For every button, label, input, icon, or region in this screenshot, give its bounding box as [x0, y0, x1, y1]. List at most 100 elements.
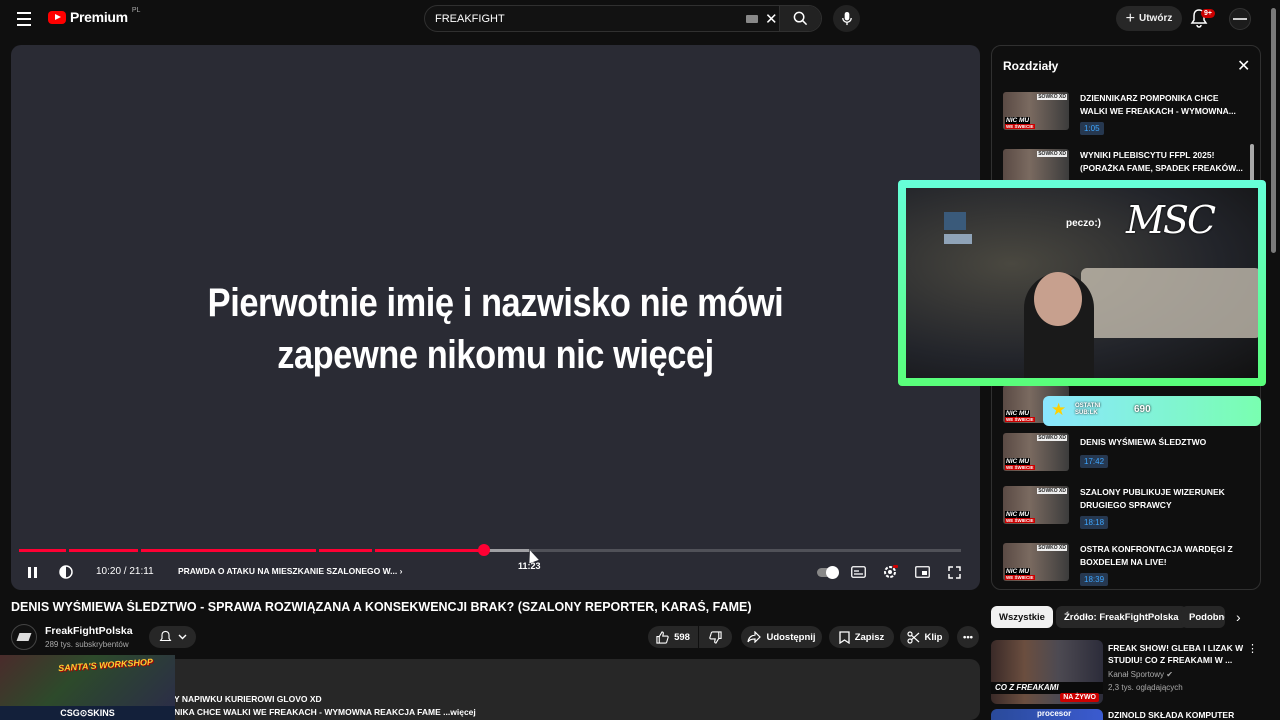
- verified-icon: ✔: [1166, 670, 1173, 679]
- chapter-item[interactable]: SOWKO XD NIC MU WE ŚWIECIE SZALONY PUBLI…: [1003, 486, 1248, 538]
- thumbs-up-icon: [656, 630, 669, 644]
- channel-name[interactable]: FreakFightPolska: [45, 625, 133, 637]
- save-label: Zapisz: [854, 631, 885, 643]
- chapter-item[interactable]: SOWKO XD NIC MU WE ŚWIECIE DZIENNIKARZ P…: [1003, 92, 1248, 144]
- like-button[interactable]: 598: [648, 626, 698, 648]
- thumb-tag: SOWKO XD: [1037, 435, 1067, 441]
- player-controls: 10:20 / 21:11 PRAWDA O ATAKU NA MIESZKAN…: [11, 558, 980, 586]
- channel-name: Kanał Sportowy ✔: [1108, 670, 1173, 679]
- last-sub-widget: ★ OSTATNI SUB:LK 690: [1043, 396, 1261, 426]
- video-title[interactable]: DZINOLD SKŁADA KOMPUTER: [1108, 710, 1234, 720]
- overlay-small-text: peczo:): [1066, 218, 1101, 229]
- notification-badge: 9+: [1201, 9, 1215, 18]
- chapter-segment[interactable]: [375, 549, 485, 552]
- time-display: 10:20 / 21:11: [96, 566, 154, 577]
- bookmark-icon: [839, 630, 850, 644]
- sponsor-ad-banner[interactable]: SANTA'S WORKSHOP CSG⊙SKINS: [0, 655, 175, 720]
- description-line: NIKA CHCE WALKI WE FREAKACH - WYMOWNA RE…: [174, 707, 476, 717]
- filter-chip-source[interactable]: Źródło: FreakFightPolska: [1056, 606, 1187, 628]
- thumb-caption: NIC MU: [1005, 117, 1031, 124]
- filter-chip-all[interactable]: Wszystkie: [991, 606, 1053, 628]
- share-button[interactable]: Udostępnij: [741, 626, 822, 648]
- chapters-title: Rozdziały: [1003, 59, 1059, 73]
- chapter-timestamp[interactable]: 1:05: [1080, 122, 1104, 135]
- page-scrollbar[interactable]: [1271, 8, 1276, 253]
- video-player[interactable]: Pierwotnie imię i nazwisko nie mówi zape…: [11, 45, 980, 590]
- video-title: DENIS WYŚMIEWA ŚLEDZTWO - SPRAWA ROZWIĄZ…: [11, 600, 752, 614]
- chevron-right-icon[interactable]: ›: [1236, 609, 1241, 625]
- ad-title: SANTA'S WORKSHOP: [57, 656, 154, 674]
- youtube-premium-logo[interactable]: Premium PL: [48, 7, 140, 25]
- thumb-tag: SOWKO XD: [1037, 151, 1067, 157]
- chapter-item[interactable]: SOWKO XD NIC MU WE ŚWIECIE OSTRA KONFRON…: [1003, 543, 1248, 589]
- background-shelf: [944, 234, 972, 244]
- thumb-tag: SOWKO XD: [1037, 545, 1067, 551]
- progress-bar[interactable]: [19, 549, 961, 553]
- dislike-button[interactable]: [699, 626, 732, 648]
- clip-button[interactable]: Klip: [900, 626, 949, 648]
- show-more-link[interactable]: ...więcej: [443, 707, 476, 717]
- more-actions-icon[interactable]: •••: [957, 626, 979, 648]
- scrubber-handle[interactable]: [478, 544, 490, 556]
- thumb-caption: NIC MU: [1005, 410, 1031, 417]
- settings-gear-icon[interactable]: [881, 558, 899, 586]
- chapter-title: DENIS WYŚMIEWA ŚLEDZTWO: [1080, 437, 1207, 447]
- chapter-title: OSTRA KONFRONTACJA WARDĘGI Z BOXDELEM NA…: [1080, 544, 1233, 567]
- search-button[interactable]: [779, 6, 821, 31]
- subtitle-line-1: Pierwotnie imię i nazwisko nie mówi: [207, 281, 784, 325]
- webcam-feed: peczo:) MSC: [906, 188, 1258, 378]
- theater-mode-icon[interactable]: [914, 558, 930, 586]
- clear-search-icon[interactable]: ✕: [765, 10, 778, 28]
- keyboard-icon[interactable]: [746, 15, 758, 23]
- top-header: Premium PL ✕ + Utwórz 9+: [0, 0, 1280, 38]
- current-chapter-button[interactable]: PRAWDA O ATAKU NA MIESZKANIE SZALONEGO W…: [178, 566, 402, 576]
- chapter-thumbnail: SOWKO XD NIC MU WE ŚWIECIE: [1003, 433, 1069, 471]
- thumb-caption: WE ŚWIECIE: [1005, 518, 1035, 523]
- star-icon: ★: [1051, 400, 1067, 419]
- chapter-segment[interactable]: [141, 549, 316, 552]
- chapter-segment[interactable]: [19, 549, 66, 552]
- chapter-segment[interactable]: [69, 549, 138, 552]
- share-label: Udostępnij: [766, 631, 816, 643]
- menu-icon[interactable]: [12, 8, 36, 30]
- chapter-timestamp[interactable]: 18:39: [1080, 573, 1109, 586]
- background-sofa: [1081, 268, 1258, 338]
- thumb-tag: SOWKO XD: [1037, 94, 1067, 100]
- video-subtitle: Pierwotnie imię i nazwisko nie mówi zape…: [79, 277, 912, 381]
- fullscreen-icon[interactable]: [946, 558, 962, 586]
- close-icon[interactable]: ✕: [1237, 56, 1250, 76]
- webcam-overlay: peczo:) MSC: [898, 180, 1266, 386]
- thumbs-down-icon: [709, 630, 722, 644]
- chapter-segment[interactable]: [319, 549, 372, 552]
- more-options-icon[interactable]: ⋮: [1247, 642, 1258, 655]
- thumb-caption: NIC MU: [1005, 458, 1031, 465]
- scissors-icon: [906, 630, 919, 644]
- voice-search-button[interactable]: [833, 5, 860, 32]
- unplayed-segment[interactable]: [529, 549, 961, 552]
- subtitles-icon[interactable]: [850, 558, 866, 586]
- thumb-caption: NIC MU: [1005, 568, 1031, 575]
- youtube-play-icon: [48, 10, 66, 24]
- volume-icon[interactable]: [57, 558, 75, 586]
- background-tv: [944, 212, 966, 230]
- filter-chip-similar[interactable]: Podobne: [1181, 606, 1225, 628]
- search-input[interactable]: [425, 12, 735, 25]
- chapter-timestamp[interactable]: 17:42: [1080, 455, 1109, 468]
- chapter-timestamp[interactable]: 18:18: [1080, 516, 1109, 529]
- chapter-item[interactable]: SOWKO XD NIC MU WE ŚWIECIE DENIS WYŚMIEW…: [1003, 433, 1248, 485]
- chapter-title: DZIENNIKARZ POMPONIKA CHCE WALKI WE FREA…: [1080, 93, 1236, 116]
- recommended-video[interactable]: CO Z FREAKAMI NA ŻYWO FREAK SHOW! GLEBA …: [991, 640, 1261, 704]
- subscriber-count: 289 tys. subskrybentów: [45, 640, 129, 649]
- account-avatar[interactable]: [1229, 8, 1251, 30]
- channel-avatar[interactable]: [11, 624, 37, 650]
- create-button[interactable]: + Utwórz: [1116, 6, 1182, 31]
- thumb-caption: WE ŚWIECIE: [1005, 465, 1035, 470]
- video-thumbnail[interactable]: procesor: [991, 709, 1103, 720]
- autoplay-toggle[interactable]: [816, 558, 839, 586]
- ad-footer: CSG⊙SKINS: [0, 706, 175, 720]
- pause-icon[interactable]: [25, 558, 39, 586]
- subscription-notifications-button[interactable]: [149, 626, 196, 648]
- overlay-logo: MSC: [1126, 198, 1216, 242]
- save-button[interactable]: Zapisz: [829, 626, 894, 648]
- viewer-count: 2,3 tys. oglądających: [1108, 683, 1183, 692]
